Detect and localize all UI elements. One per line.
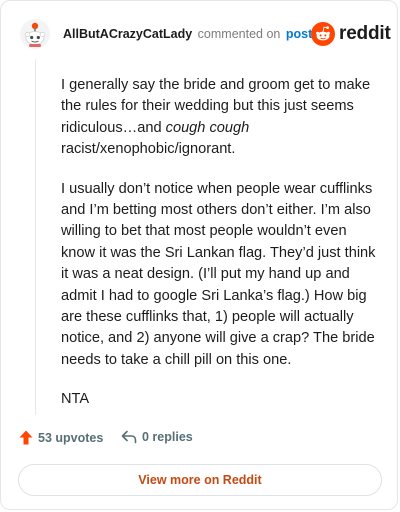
replies-button[interactable]: 0 replies [121, 430, 193, 444]
header-text: AllButACrazyCatLady commented on post [63, 26, 312, 42]
post-link[interactable]: post [286, 27, 312, 41]
username-link[interactable]: AllButACrazyCatLady [63, 27, 192, 41]
view-more-on-reddit-button[interactable]: View more on Reddit [18, 464, 382, 496]
commented-on-text: commented on [197, 27, 281, 41]
reddit-wordmark: reddit [339, 23, 391, 44]
comment-paragraph-1: I generally say the bride and groom get … [61, 75, 381, 161]
reddit-logo[interactable]: reddit [311, 21, 391, 47]
thread-line [35, 59, 36, 415]
comment-paragraph-2: I usually don’t notice when people wear … [61, 180, 376, 368]
replies-count: 0 replies [142, 430, 193, 444]
upvote-button[interactable]: 53 upvotes [19, 430, 103, 445]
comment-paragraph-3: NTA [61, 391, 90, 408]
paragraph-text: racist/xenophobic/ignorant. [61, 141, 236, 158]
reply-arrow-icon [121, 430, 137, 444]
snoo-avatar-icon[interactable] [19, 18, 51, 50]
comment-card: AllButACrazyCatLady commented on post re… [0, 0, 398, 510]
upvote-count: 53 upvotes [38, 430, 104, 445]
reddit-logo-icon [311, 22, 335, 46]
italic-text: cough cough [165, 119, 250, 136]
comment-header: AllButACrazyCatLady commented on post re… [15, 15, 391, 55]
comment-footer: 53 upvotes 0 replies [17, 429, 377, 449]
comment-body: I generally say the bride and groom get … [61, 75, 381, 429]
upvote-arrow-icon [19, 430, 33, 445]
